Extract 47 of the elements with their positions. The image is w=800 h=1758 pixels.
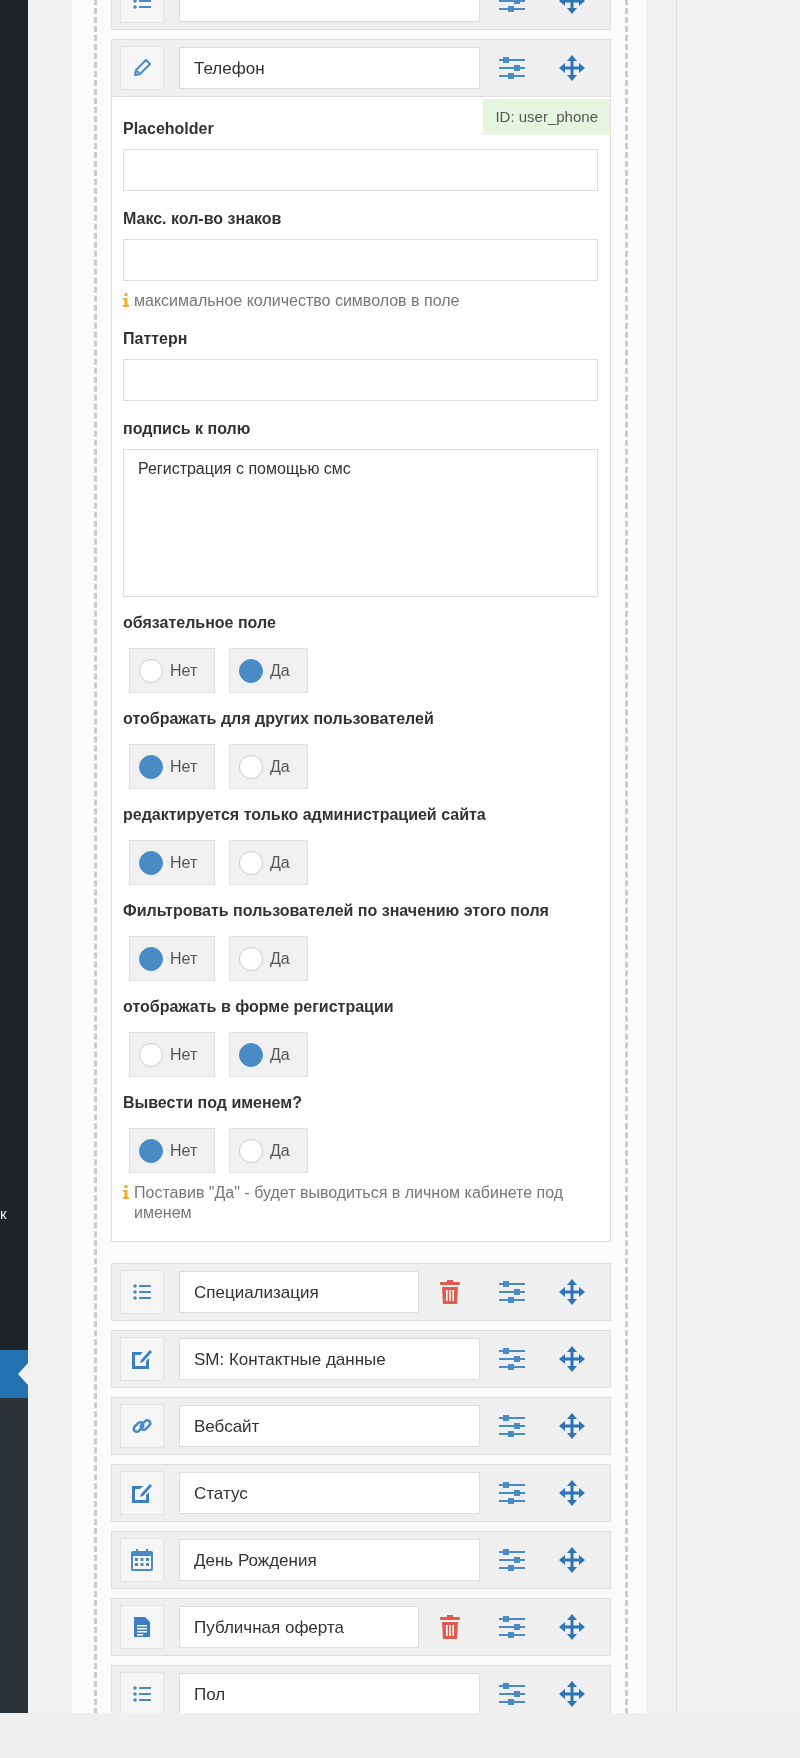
- radio-option[interactable]: Нет: [129, 1128, 215, 1173]
- field-name-input[interactable]: Специализация: [179, 1271, 419, 1313]
- field-name-input[interactable]: День Рождения: [179, 1539, 480, 1581]
- radio-label: Да: [270, 757, 290, 776]
- option-label: Фильтровать пользователей по значению этого поля: [123, 901, 549, 921]
- field-name-input[interactable]: SM: Контактные данные: [179, 1338, 480, 1380]
- field-name-input[interactable]: Пол: [179, 1673, 480, 1713]
- radio-label: Да: [270, 661, 290, 680]
- radio-label: Нет: [170, 853, 198, 872]
- radio-option[interactable]: Да: [229, 1032, 308, 1077]
- radio-option[interactable]: Да: [229, 1128, 308, 1173]
- radio-label: Нет: [170, 661, 198, 680]
- radio-option[interactable]: Нет: [129, 840, 215, 885]
- radio-label: Нет: [170, 757, 198, 776]
- field-name-input[interactable]: Статус: [179, 1472, 480, 1514]
- field-label: Паттерн: [123, 329, 188, 349]
- field-name-input[interactable]: Публичная оферта: [179, 1606, 419, 1648]
- hint-text: Поставив "Да" - будет выводиться в личном кабинете под именем: [134, 1183, 565, 1223]
- radio-label: Нет: [170, 1045, 198, 1064]
- field-label: Placeholder: [123, 119, 214, 139]
- radio-option[interactable]: Нет: [129, 936, 215, 981]
- radio-option[interactable]: Да: [229, 744, 308, 789]
- radio-option[interactable]: Да: [229, 840, 308, 885]
- radio-option[interactable]: Нет: [129, 648, 215, 693]
- radio-label: Да: [270, 1045, 290, 1064]
- radio-label: Нет: [170, 1141, 198, 1160]
- option-label: обязательное поле: [123, 613, 276, 633]
- caption-textarea[interactable]: Регистрация с помощью смс: [123, 449, 598, 597]
- radio-option[interactable]: Да: [229, 648, 308, 693]
- radio-label: Да: [270, 1141, 290, 1160]
- sidebar-item[interactable]: к: [0, 1200, 28, 1228]
- field-label: подпись к полю: [123, 419, 251, 439]
- radio-label: Да: [270, 949, 290, 968]
- radio-label: Нет: [170, 949, 198, 968]
- field-name-input[interactable]: Вебсайт: [179, 1405, 480, 1447]
- option-label: Вывести под именем?: [123, 1093, 302, 1113]
- hint-text: максимальное количество символов в поле: [134, 291, 460, 311]
- radio-option[interactable]: Нет: [129, 744, 215, 789]
- radio-option[interactable]: Да: [229, 936, 308, 981]
- field-label: Макс. кол-во знаков: [123, 209, 282, 229]
- field-id-badge: ID: user_phone: [483, 99, 610, 135]
- field-name-input[interactable]: Телефон: [179, 47, 480, 89]
- option-label: редактируется только администрацией сайта: [123, 805, 486, 825]
- option-label: отображать в форме регистрации: [123, 997, 394, 1017]
- radio-label: Да: [270, 853, 290, 872]
- option-label: отображать для других пользователей: [123, 709, 434, 729]
- radio-option[interactable]: Нет: [129, 1032, 215, 1077]
